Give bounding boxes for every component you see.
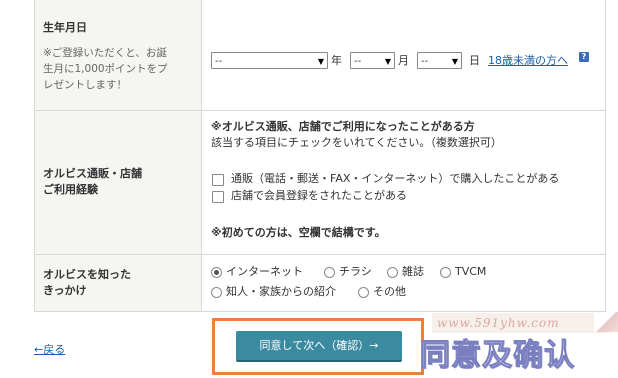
watermark-caption: 同意及确认: [420, 338, 575, 374]
birthday-note-line-1: ※ご登録いただくと、お誕: [43, 47, 167, 59]
back-link[interactable]: ←戻る: [34, 341, 65, 357]
referral-label-line-2: きっかけ: [43, 284, 87, 297]
experience-label-line-2: ご利用経験: [43, 183, 98, 196]
birth-day-value: --: [421, 56, 429, 67]
referral-label-friend[interactable]: 知人・家族からの紹介: [226, 284, 336, 300]
birthday-label: 生年月日: [43, 21, 87, 34]
birthday-input-cell: -- ▼ 年 -- ▼ 月 -- ▼ 日 18歳未満の方へ ?: [202, 0, 605, 110]
page-curl-decoration: [594, 312, 618, 332]
birth-month-suffix: 月: [398, 54, 409, 67]
chevron-down-icon: ▼: [317, 57, 324, 66]
experience-option-label-2[interactable]: 店舗で会員登録をされたことがある: [231, 188, 407, 204]
referral-label-internet[interactable]: インターネット: [226, 264, 303, 280]
birthday-note: ※ご登録いただくと、お誕 生月に1,000ポイントをプ レゼントします！: [43, 45, 193, 93]
first-time-note: ※初めての方は、空欄で結構です。: [211, 226, 386, 239]
experience-input-cell: ※オルビス通販、店舗でご利用になったことがある方 該当する項目にチェックをいれて…: [202, 111, 605, 254]
experience-option-label-1[interactable]: 通販（電話・郵送・FAX・インターネット）で購入したことがある: [231, 171, 559, 187]
referral-radio-internet[interactable]: [211, 267, 222, 278]
birthday-header-cell: 生年月日 ※ご登録いただくと、お誕 生月に1,000ポイントをプ レゼントします…: [35, 0, 202, 110]
referral-label-flyer[interactable]: チラシ: [339, 264, 372, 280]
experience-subheading: 該当する項目にチェックをいれてください。（複数選択可）: [211, 136, 502, 149]
watermark-url: www.591yhw.com: [437, 316, 560, 330]
birthday-note-line-3: レゼントします！: [43, 79, 127, 91]
experience-option-checkbox-2[interactable]: [212, 191, 224, 203]
experience-header-cell: オルビス通販・店舗 ご利用経験: [35, 111, 202, 254]
experience-heading: ※オルビス通販、店舗でご利用になったことがある方: [211, 120, 475, 133]
experience-row: オルビス通販・店舗 ご利用経験 ※オルビス通販、店舗でご利用になったことがある方…: [35, 111, 605, 255]
referral-radio-friend[interactable]: [211, 287, 222, 298]
birthday-note-line-2: 生月に1,000ポイントをプ: [43, 63, 168, 75]
referral-row: オルビスを知った きっかけ インターネット チラシ 雑誌 TVCM 知人・家族か…: [35, 255, 605, 312]
birth-year-select[interactable]: -- ▼: [211, 52, 328, 69]
chevron-down-icon: ▼: [451, 57, 458, 66]
referral-label-other[interactable]: その他: [373, 284, 406, 300]
referral-radio-flyer[interactable]: [324, 267, 335, 278]
referral-radio-magazine[interactable]: [387, 267, 398, 278]
referral-label-magazine[interactable]: 雑誌: [402, 264, 424, 280]
referral-label-line-1: オルビスを知った: [43, 268, 131, 281]
help-icon[interactable]: ?: [579, 52, 589, 62]
birth-year-suffix: 年: [331, 54, 342, 67]
under18-link[interactable]: 18歳未満の方へ: [488, 52, 568, 69]
registration-form-table: 生年月日 ※ご登録いただくと、お誕 生月に1,000ポイントをプ レゼントします…: [34, 0, 606, 312]
chevron-down-icon: ▼: [384, 57, 391, 66]
birth-month-value: --: [354, 56, 362, 67]
referral-label-tvcm[interactable]: TVCM: [455, 264, 486, 280]
birth-day-suffix: 日: [469, 54, 480, 67]
birthday-row: 生年月日 ※ご登録いただくと、お誕 生月に1,000ポイントをプ レゼントします…: [35, 0, 605, 111]
experience-label-line-1: オルビス通販・店舗: [43, 167, 142, 180]
experience-option-checkbox-1[interactable]: [212, 174, 224, 186]
birth-month-select[interactable]: -- ▼: [350, 52, 395, 69]
birth-day-select[interactable]: -- ▼: [417, 52, 462, 69]
referral-header-cell: オルビスを知った きっかけ: [35, 255, 202, 311]
referral-radio-other[interactable]: [358, 287, 369, 298]
agree-and-next-button[interactable]: 同意して次へ（確認）→: [236, 331, 402, 360]
referral-radio-tvcm[interactable]: [440, 267, 451, 278]
referral-input-cell: インターネット チラシ 雑誌 TVCM 知人・家族からの紹介 その他: [202, 255, 605, 311]
birth-year-value: --: [215, 56, 223, 67]
